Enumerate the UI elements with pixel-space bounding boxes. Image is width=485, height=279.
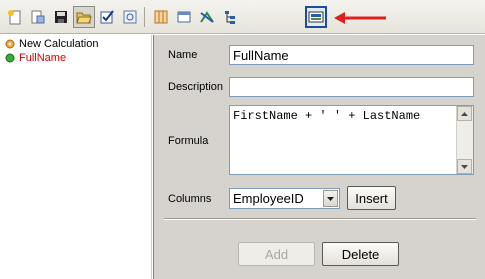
properties-icon[interactable] (27, 6, 49, 28)
calculation-form: Name FullName Description Formula FirstN… (153, 35, 485, 279)
grid-columns-icon[interactable] (150, 6, 172, 28)
columns-select[interactable]: EmployeeID (229, 188, 340, 209)
name-field[interactable]: FullName (229, 45, 474, 65)
insert-button[interactable]: Insert (347, 186, 396, 210)
tree-item-fullname[interactable]: FullName (5, 51, 66, 65)
chevron-down-icon[interactable] (323, 190, 338, 207)
toolbar-separator (144, 7, 145, 27)
formula-text: FirstName + ' ' + LastName (233, 109, 421, 123)
tree-item-label: New Calculation (19, 38, 99, 50)
tree-icon[interactable] (219, 6, 241, 28)
window-icon[interactable] (173, 6, 195, 28)
add-button[interactable]: Add (238, 242, 315, 266)
relations-icon[interactable] (196, 6, 218, 28)
tree-item-new-calculation[interactable]: New Calculation (5, 37, 98, 51)
formula-scrollbar[interactable] (456, 106, 473, 174)
calculation-tree: New Calculation FullName (0, 35, 152, 279)
calculation-folder-icon (5, 39, 15, 49)
name-label: Name (168, 49, 198, 61)
description-label: Description (168, 81, 224, 93)
delete-button[interactable]: Delete (322, 242, 399, 266)
tree-item-label: FullName (19, 52, 67, 64)
columns-label: Columns (168, 193, 212, 205)
name-value: FullName (233, 47, 289, 63)
scroll-down-icon[interactable] (457, 159, 472, 174)
new-document-icon[interactable] (4, 6, 26, 28)
description-field[interactable] (229, 77, 474, 97)
scroll-up-icon[interactable] (457, 106, 472, 121)
columns-selected-value: EmployeeID (233, 191, 304, 206)
toolbar (0, 0, 485, 34)
formula-textarea[interactable]: FirstName + ' ' + LastName (229, 105, 474, 175)
divider (164, 218, 476, 220)
preview-icon[interactable] (119, 6, 141, 28)
formula-label: Formula (168, 135, 209, 147)
open-folder-icon[interactable] (73, 6, 95, 28)
check-icon[interactable] (96, 6, 118, 28)
calculated-field-icon (5, 53, 15, 63)
calculator-icon[interactable] (305, 6, 327, 28)
red-arrow-icon (334, 12, 386, 24)
save-icon[interactable] (50, 6, 72, 28)
